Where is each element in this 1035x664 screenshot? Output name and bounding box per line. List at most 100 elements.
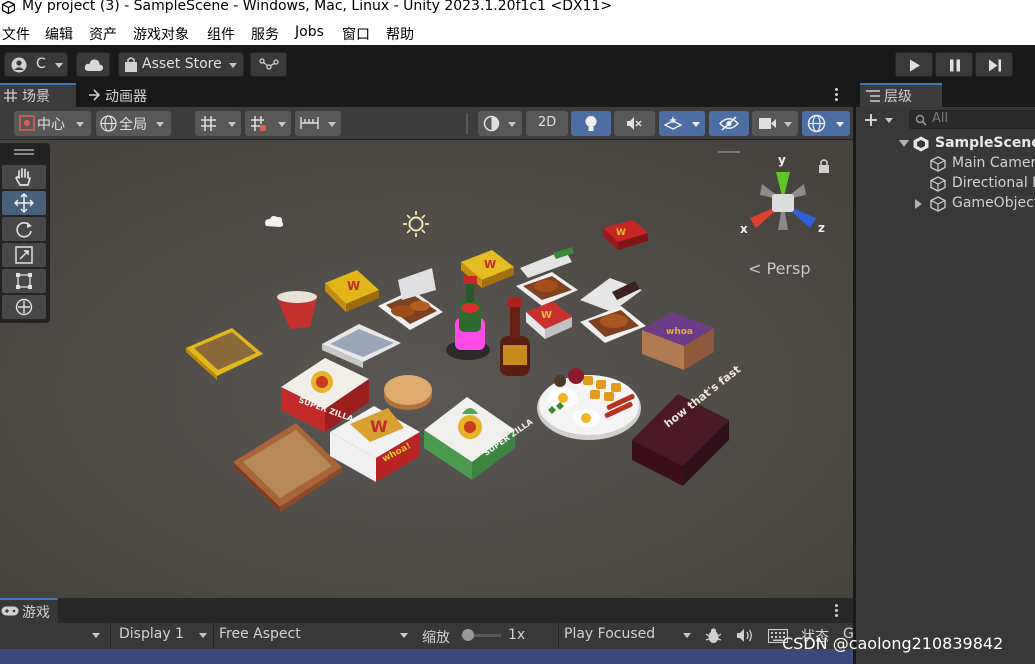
game-toolbar: Display 1 Free Aspect 缩放 1x Play Focused… [0,623,854,649]
aspect-dropdown[interactable]: Free Aspect [213,623,414,649]
menu-services[interactable]: 服务 [251,24,279,44]
unity-scene-icon [913,136,929,152]
tab-animator[interactable]: 动画器 [86,83,166,107]
chevron-down-icon [278,122,286,127]
watermark: CSDN @caolong210839842 [782,634,1004,653]
menu-help[interactable]: 帮助 [386,24,414,44]
gameobject-cube-icon [930,176,946,192]
camera-dropdown[interactable] [752,111,798,136]
cloud-button[interactable] [76,52,110,77]
box-logo-text-5: W [370,417,388,436]
persp-label[interactable]: < Persp [748,259,810,278]
account-label: C [36,56,46,72]
effects-dropdown[interactable] [659,111,705,136]
asset-store-label: Asset Store [142,56,222,72]
game-view[interactable] [0,649,853,664]
hand-icon [15,168,31,186]
search-icon [915,114,927,126]
space-dropdown[interactable]: 全局 [96,111,171,136]
scene-viewport[interactable]: W W W whoa W SUPER ZILLA W whoa! SUPER Z… [0,140,853,598]
game-mode-dropdown[interactable] [0,623,108,649]
account-dropdown[interactable]: C [4,52,68,77]
play-button[interactable] [895,52,933,77]
tab-game[interactable]: 游戏 [0,598,58,623]
menu-window[interactable]: 窗口 [342,24,370,44]
bug-icon[interactable] [705,627,722,644]
rotate-icon [16,222,32,238]
hierarchy-item[interactable]: Directional Light [856,174,1035,194]
step-icon [989,59,1001,72]
scene-render: W W W whoa W SUPER ZILLA W whoa! SUPER Z… [0,140,853,598]
ruler-dropdown[interactable] [295,111,341,136]
pause-button[interactable] [935,52,973,77]
rect-transform-icon [16,273,32,289]
menu-jobs[interactable]: Jobs [295,24,324,40]
scene-tab-bar: 场景 动画器 [0,83,853,107]
ruler-icon [300,117,319,129]
tab-hierarchy[interactable]: 层级 [860,83,942,107]
lighting-toggle[interactable] [571,111,611,136]
increment-snap-dropdown[interactable] [245,111,291,136]
create-dropdown[interactable] [862,110,898,129]
tab-hierarchy-label: 层级 [884,89,912,105]
hierarchy-search-input[interactable]: All [909,110,1035,129]
audio-toggle[interactable] [614,111,655,136]
scale-slider-thumb[interactable] [462,629,474,641]
asset-store-button[interactable]: Asset Store [118,52,244,77]
display-dropdown[interactable]: Display 1 [110,623,213,649]
more-options-icon[interactable] [835,604,838,619]
toggle-2d-label: 2D [538,115,557,130]
gizmos-dropdown[interactable] [802,111,850,136]
toggle-2d-button[interactable]: 2D [526,111,568,136]
scene-root-row[interactable]: SampleScene [856,134,1035,154]
hierarchy-item[interactable]: GameObject [856,194,1035,214]
magnet-grid-icon [251,116,266,131]
chevron-down-icon [76,122,84,127]
hierarchy-item-label: Main Camera [952,155,1035,171]
light-bulb-icon [585,116,597,131]
overlay-drag-handle[interactable] [718,151,740,153]
hierarchy-toolbar: All [856,107,1035,132]
menu-edit[interactable]: 编辑 [45,24,73,44]
draw-mode-dropdown[interactable] [478,111,522,136]
effects-icon [664,116,682,130]
chevron-down-icon [55,63,63,68]
axis-x-label: x [740,222,748,236]
window-title-bar: My project (3) - SampleScene - Windows, … [0,0,1035,21]
rect-tool[interactable] [2,269,46,293]
mute-icon [627,117,642,130]
rotate-tool[interactable] [2,217,46,241]
box-logo-text: W [347,279,360,293]
expand-arrow-icon[interactable] [899,140,909,148]
branch-icon [259,58,279,70]
hand-tool[interactable] [2,165,46,189]
menu-assets[interactable]: 资产 [89,24,117,44]
plus-icon [865,114,877,126]
play-mode-dropdown[interactable]: Play Focused [558,623,697,649]
camera-icon [759,118,776,129]
menu-component[interactable]: 组件 [207,24,235,44]
globe-icon [100,115,117,132]
more-options-icon[interactable] [835,88,838,103]
menu-file[interactable]: 文件 [2,24,30,44]
scene-toolbar: 中心 全局 2D [0,107,853,140]
collapse-arrow-icon[interactable] [915,199,923,209]
display-label: Display 1 [119,626,184,642]
chevron-down-icon [328,122,336,127]
palette-drag-handle[interactable] [14,149,34,151]
transform-tool[interactable] [2,295,46,319]
grid-snap-dropdown[interactable] [195,111,241,136]
menu-gameobject[interactable]: 游戏对象 [133,24,189,44]
move-tool[interactable] [2,191,46,215]
hierarchy-tab-bar: 层级 [856,83,1035,107]
version-control-button[interactable] [250,52,287,77]
tab-scene[interactable]: 场景 [0,83,76,107]
hierarchy-item[interactable]: Main Camera [856,154,1035,174]
chevron-down-icon [836,122,844,127]
scale-tool[interactable] [2,243,46,267]
step-button[interactable] [975,52,1013,77]
pivot-dropdown[interactable]: 中心 [14,111,91,136]
burger-bun[interactable] [384,375,432,410]
scene-visibility-toggle[interactable] [709,111,749,136]
speaker-icon[interactable] [736,628,754,643]
